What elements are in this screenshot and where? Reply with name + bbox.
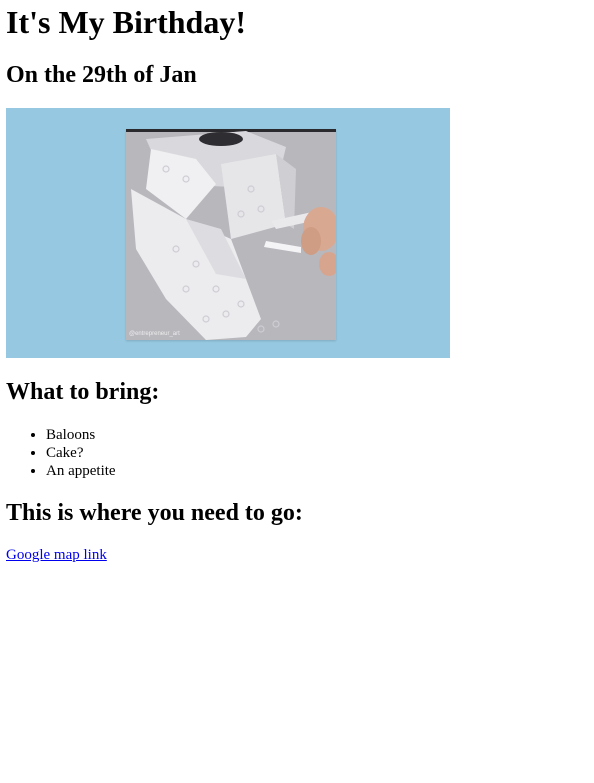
list-item: Cake? bbox=[46, 444, 116, 462]
date-heading: On the 29th of Jan bbox=[6, 62, 197, 88]
gif-illustration bbox=[126, 129, 336, 340]
page-title: It's My Birthday! bbox=[6, 4, 246, 40]
bring-list: Baloons Cake? An appetite bbox=[6, 426, 116, 480]
list-item: An appetite bbox=[46, 462, 116, 480]
location-heading: This is where you need to go: bbox=[6, 500, 303, 526]
toilet-paper-tie-gif: @entrepreneur_art bbox=[126, 129, 336, 340]
gif-watermark: @entrepreneur_art bbox=[129, 331, 180, 337]
list-item: Baloons bbox=[46, 426, 116, 444]
what-to-bring-heading: What to bring: bbox=[6, 379, 160, 405]
banner-image-area: @entrepreneur_art bbox=[6, 108, 450, 358]
google-map-link[interactable]: Google map link bbox=[6, 546, 107, 564]
